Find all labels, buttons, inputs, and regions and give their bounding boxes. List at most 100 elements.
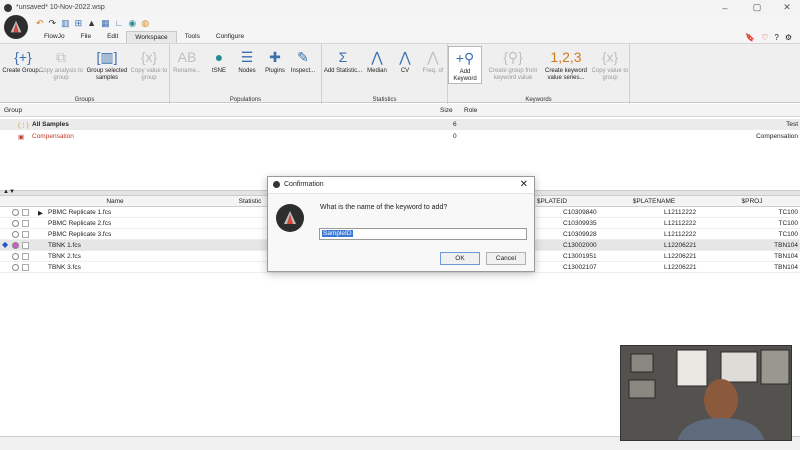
ribbon-group-populations: AB Rename... ● tSNE ☰ Nodes ✚ Plugins ✎ …	[170, 44, 322, 104]
sample-checkbox[interactable]	[22, 253, 29, 260]
sample-plateid: C13002107	[563, 264, 597, 271]
sample-radio[interactable]	[12, 220, 19, 227]
header-size[interactable]: Size	[440, 107, 453, 114]
sample-radio[interactable]	[12, 242, 19, 249]
dialog-close-icon[interactable]: ✕	[520, 179, 528, 190]
menu-file[interactable]: File	[73, 31, 99, 43]
menu-tools[interactable]: Tools	[177, 31, 208, 43]
dialog-app-icon	[273, 181, 280, 188]
copy-analysis-icon: ⧉	[56, 48, 66, 65]
layout-icon[interactable]: ▥	[61, 18, 70, 29]
minimize-button[interactable]: –	[710, 0, 740, 15]
menu-flowjo[interactable]: FlowJo	[36, 31, 73, 43]
flowjo-logo[interactable]	[4, 15, 28, 39]
sample-proj: TBN104	[774, 264, 798, 271]
undo-icon[interactable]: ↶	[36, 18, 44, 29]
copy-value-keyword-button[interactable]: {x} Copy value to group	[588, 46, 632, 82]
bookmark-icon[interactable]: 🔖	[745, 33, 755, 42]
group-name: All Samples	[32, 121, 69, 128]
copy-analysis-button[interactable]: ⧉ Copy analysis to group	[38, 46, 84, 82]
group-name: Compensation	[32, 133, 74, 140]
keyword-name-input[interactable]: SampleID	[319, 228, 527, 240]
redo-icon[interactable]: ↷	[49, 18, 57, 29]
sample-checkbox[interactable]	[22, 231, 29, 238]
add-keyword-button[interactable]: +⚲ Add Keyword	[448, 46, 482, 84]
sample-platename: L12206221	[664, 253, 697, 260]
sample-radio[interactable]	[12, 209, 19, 216]
heart-icon[interactable]: ♡	[761, 33, 768, 42]
ribbon-group-keywords: +⚲ Add Keyword {⚲} Create group from key…	[448, 44, 630, 104]
sample-platename: L12112222	[664, 231, 697, 238]
ok-button[interactable]: OK	[440, 252, 480, 265]
menu-configure[interactable]: Configure	[208, 31, 252, 43]
sample-checkbox[interactable]	[22, 209, 29, 216]
title-bar: *unsaved* 10-Nov-2022.wsp	[0, 0, 800, 15]
sample-radio[interactable]	[12, 253, 19, 260]
sample-proj: TC100	[778, 220, 798, 227]
axis-icon[interactable]: ∟	[115, 18, 124, 28]
app-icon	[4, 3, 12, 12]
ribbon-group-statistics: Σ Add Statistic... ⋀ Median ⋀ CV ⋀ Freq.…	[322, 44, 448, 104]
sample-checkbox[interactable]	[22, 264, 29, 271]
close-window-button[interactable]: ✕	[772, 0, 800, 15]
add-keyword-icon: +⚲	[455, 49, 475, 66]
sample-proj: TC100	[778, 231, 798, 238]
table-icon[interactable]: ▦	[101, 18, 110, 29]
sample-checkbox[interactable]	[22, 220, 29, 227]
settings-icon[interactable]: ⚙	[785, 33, 792, 42]
header-name[interactable]: Name	[30, 198, 200, 205]
create-group-keyword-icon: {⚲}	[503, 48, 523, 65]
collapse-arrows-icon[interactable]: ▲▼	[3, 189, 15, 195]
maximize-button[interactable]: ▢	[742, 0, 772, 15]
groups-group-label: Groups	[74, 97, 95, 103]
sample-name: PBMC Replicate 2.fcs	[48, 220, 112, 227]
header-platename[interactable]: $PLATENAME	[604, 198, 704, 205]
header-proj[interactable]: $PROJ	[704, 198, 800, 205]
group-size: 6	[453, 121, 457, 128]
plugin-icon[interactable]: ◍	[141, 18, 149, 29]
menu-workspace[interactable]: Workspace	[126, 31, 177, 43]
menu-bar: FlowJo File Edit Workspace Tools Configu…	[0, 31, 800, 43]
add-gate-icon[interactable]: ⊞	[75, 18, 83, 29]
dialog-title: Confirmation	[284, 181, 324, 188]
sample-name: TBNK 1.fcs	[48, 242, 81, 249]
sample-platename: L12206221	[664, 264, 697, 271]
sample-name: TBNK 2.fcs	[48, 253, 81, 260]
sample-plateid: C13002000	[563, 242, 597, 249]
sample-radio[interactable]	[12, 231, 19, 238]
dialog-title-bar: Confirmation ✕	[268, 177, 534, 194]
group-selected-button[interactable]: [▥] Group selected samples	[84, 46, 130, 82]
circle-icon[interactable]: ◉	[128, 18, 136, 29]
populations-group-label: Populations	[229, 97, 262, 103]
group-table-header: Group Size Role	[0, 104, 800, 117]
sample-checkbox[interactable]	[22, 242, 29, 249]
window-title: *unsaved* 10-Nov-2022.wsp	[16, 4, 105, 11]
sample-name: TBNK 3.fcs	[48, 264, 81, 271]
group-row[interactable]: ▣ Compensation 0 Compensation	[0, 131, 800, 142]
confirmation-dialog: Confirmation ✕ What is the name of the k…	[267, 176, 535, 272]
group-role: Test	[786, 121, 798, 128]
menu-edit[interactable]: Edit	[99, 31, 126, 43]
header-group[interactable]: Group	[4, 107, 22, 114]
group-size: 0	[453, 133, 457, 140]
keyword-series-button[interactable]: 1,2,3 Create keyword value series...	[542, 46, 590, 82]
selected-marker-icon: ◆	[2, 240, 9, 249]
histogram-icon[interactable]: ▲	[87, 18, 96, 28]
header-role[interactable]: Role	[464, 107, 477, 114]
help-icon[interactable]: ?	[774, 33, 778, 42]
ribbon: {+} Create Group... ⧉ Copy analysis to g…	[0, 43, 800, 104]
expand-arrow-icon[interactable]: ▶	[38, 209, 43, 217]
quick-access-toolbar: ↶ ↷ ▥ ⊞ ▲ ▦ ∟ ◉ ◍	[0, 15, 800, 31]
create-group-keyword-button[interactable]: {⚲} Create group from keyword value	[488, 46, 538, 82]
cancel-button[interactable]: Cancel	[486, 252, 526, 265]
sample-proj: TBN104	[774, 253, 798, 260]
sample-proj: TBN104	[774, 242, 798, 249]
group-row[interactable]: {⋮} All Samples 6 Test	[0, 119, 800, 130]
sample-radio[interactable]	[12, 264, 19, 271]
keyword-name-value: SampleID	[322, 230, 353, 237]
menu-right-icons: 🔖 ♡ ? ⚙	[745, 31, 792, 43]
sample-plateid: C13001951	[563, 253, 597, 260]
webcam-image	[621, 346, 791, 440]
sample-plateid: C10309935	[563, 220, 597, 227]
keywords-group-label: Keywords	[525, 97, 552, 103]
